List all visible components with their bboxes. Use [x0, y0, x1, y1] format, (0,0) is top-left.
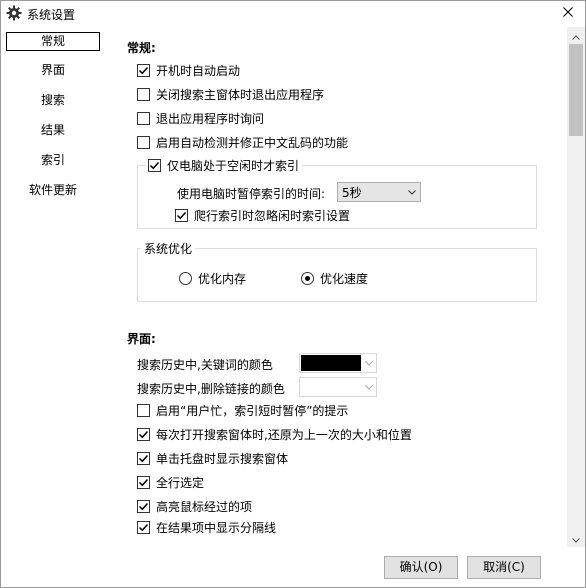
scroll-up-button[interactable] — [567, 27, 585, 44]
tray-click-checkbox[interactable] — [137, 451, 150, 465]
nav-item-index[interactable]: 索引 — [5, 152, 101, 171]
keyword-color-label: 搜索历史中,关键词的颜色 — [137, 358, 273, 372]
restore-size-label: 每次打开搜索窗体时,还原为上一次的大小和位置 — [156, 427, 412, 442]
idle-index-label: 仅电脑处于空闲时才索引 — [167, 158, 300, 173]
nav-item-general[interactable]: 常规 — [6, 32, 100, 51]
general-section-title: 常规: — [127, 41, 156, 55]
close-button[interactable] — [553, 1, 583, 25]
busy-hint-option[interactable]: 启用“用户忙，索引短时暂停”的提示 — [137, 401, 348, 419]
vertical-scrollbar[interactable] — [567, 27, 585, 547]
start-on-boot-option[interactable]: 开机时自动启动 — [137, 61, 240, 79]
start-on-boot-label: 开机时自动启动 — [156, 63, 241, 78]
exit-on-close-option[interactable]: 关闭搜索主窗体时退出应用程序 — [137, 85, 324, 103]
ignore-idle-label: 爬行索引时忽略闲时索引设置 — [194, 208, 351, 223]
hover-highlight-checkbox[interactable] — [137, 499, 150, 513]
chevron-down-icon — [572, 532, 580, 546]
nav-item-search[interactable]: 搜索 — [5, 92, 101, 111]
pause-time-select[interactable]: 5秒 — [337, 182, 421, 202]
fix-encoding-option[interactable]: 启用自动检测并修正中文乱码的功能 — [137, 133, 348, 151]
settings-window: 系统设置 常规 界面 搜索 结果 索引 软件更新 常规: 开机时自动启动 关闭搜… — [0, 0, 586, 588]
start-on-boot-checkbox[interactable] — [137, 63, 150, 77]
window-title: 系统设置 — [27, 8, 76, 22]
optimize-speed-label: 优化速度 — [320, 271, 369, 286]
full-row-option[interactable]: 全行选定 — [137, 473, 204, 491]
fix-encoding-checkbox[interactable] — [137, 135, 150, 149]
settings-content: 常规: 开机时自动启动 关闭搜索主窗体时退出应用程序 退出应用程序时询问 启用自… — [109, 27, 569, 547]
tray-click-label: 单击托盘时显示搜索窗体 — [156, 451, 289, 466]
confirm-exit-label: 退出应用程序时询问 — [156, 111, 265, 126]
restore-size-option[interactable]: 每次打开搜索窗体时,还原为上一次的大小和位置 — [137, 425, 412, 443]
hover-highlight-label: 高亮鼠标经过的项 — [156, 499, 253, 514]
optimize-speed-radio[interactable] — [301, 271, 314, 285]
exit-on-close-label: 关闭搜索主窗体时退出应用程序 — [156, 87, 325, 102]
tray-click-option[interactable]: 单击托盘时显示搜索窗体 — [137, 449, 288, 467]
gear-icon — [6, 5, 22, 21]
ok-button[interactable]: 确认(O) — [384, 556, 458, 579]
idle-index-option[interactable]: 仅电脑处于空闲时才索引 — [145, 156, 303, 174]
ignore-idle-checkbox[interactable] — [175, 208, 188, 222]
ignore-idle-option[interactable]: 爬行索引时忽略闲时索引设置 — [175, 206, 350, 224]
optimize-group-label: 系统优化 — [141, 240, 196, 257]
optimize-memory-radio[interactable] — [179, 271, 192, 285]
chevron-up-icon — [572, 29, 580, 43]
separator-label: 在结果项中显示分隔线 — [156, 520, 277, 535]
keyword-color-picker[interactable] — [299, 353, 377, 373]
busy-hint-checkbox[interactable] — [137, 403, 150, 417]
nav-item-update[interactable]: 软件更新 — [5, 182, 101, 201]
separator-checkbox[interactable] — [137, 520, 150, 534]
busy-hint-label: 启用“用户忙，索引短时暂停”的提示 — [156, 403, 349, 418]
deleted-link-color-swatch — [301, 379, 361, 395]
optimize-speed-option[interactable]: 优化速度 — [301, 269, 368, 287]
chevron-down-icon — [362, 384, 376, 390]
full-row-label: 全行选定 — [156, 475, 205, 490]
nav-item-interface[interactable]: 界面 — [5, 62, 101, 81]
exit-on-close-checkbox[interactable] — [137, 87, 150, 101]
restore-size-checkbox[interactable] — [137, 427, 150, 441]
scroll-thumb[interactable] — [569, 44, 583, 136]
idle-index-checkbox[interactable] — [148, 158, 161, 172]
confirm-exit-option[interactable]: 退出应用程序时询问 — [137, 109, 264, 127]
ui-section-title: 界面: — [127, 332, 156, 346]
keyword-color-swatch — [301, 355, 361, 371]
chevron-down-icon — [362, 360, 376, 366]
chevron-down-icon — [404, 189, 420, 195]
separator-option[interactable]: 在结果项中显示分隔线 — [137, 518, 276, 536]
confirm-exit-checkbox[interactable] — [137, 111, 150, 125]
optimize-memory-label: 优化内存 — [198, 271, 247, 286]
pause-time-label: 使用电脑时暂停索引的时间: — [177, 187, 326, 201]
deleted-link-color-label: 搜索历史中,删除链接的颜色 — [137, 382, 285, 396]
hover-highlight-option[interactable]: 高亮鼠标经过的项 — [137, 497, 252, 515]
settings-nav: 常规 界面 搜索 结果 索引 软件更新 — [3, 27, 103, 547]
close-icon — [563, 6, 573, 20]
full-row-checkbox[interactable] — [137, 475, 150, 489]
title-bar: 系统设置 — [1, 1, 585, 27]
pause-time-value: 5秒 — [342, 185, 362, 200]
deleted-link-color-picker[interactable] — [299, 377, 377, 397]
optimize-memory-option[interactable]: 优化内存 — [179, 269, 246, 287]
cancel-button[interactable]: 取消(C) — [467, 556, 541, 579]
nav-item-results[interactable]: 结果 — [5, 122, 101, 141]
scroll-down-button[interactable] — [567, 530, 585, 547]
fix-encoding-label: 启用自动检测并修正中文乱码的功能 — [156, 135, 349, 150]
